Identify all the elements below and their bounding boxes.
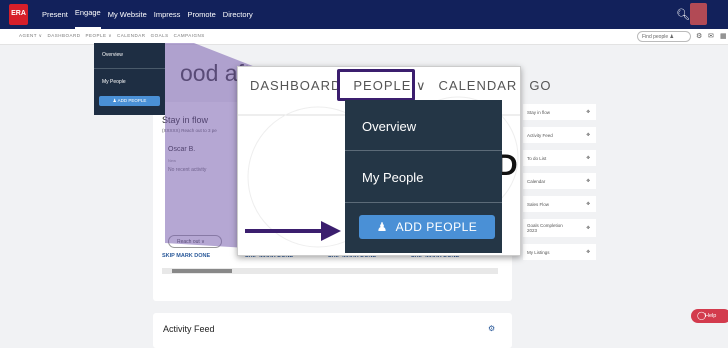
- help-label: Help: [705, 313, 717, 319]
- scrollbar-thumb[interactable]: [172, 269, 232, 273]
- small-menu-overview[interactable]: Overview: [94, 52, 165, 58]
- widget-goals-completion[interactable]: Goals Completion 2023 ✥: [523, 219, 596, 237]
- no-recent-activity: No recent activity: [168, 167, 207, 173]
- small-add-people-button[interactable]: ♟ ADD PEOPLE: [99, 96, 160, 106]
- nav-present[interactable]: Present: [42, 0, 68, 29]
- add-user-icon: ♟: [376, 220, 388, 234]
- era-logo[interactable]: ERA: [9, 4, 28, 25]
- calendar-icon[interactable]: ▦: [720, 32, 727, 40]
- drag-handle-icon[interactable]: ✥: [586, 249, 590, 255]
- nav-engage[interactable]: Engage: [74, 0, 101, 29]
- crumb-goals[interactable]: GOALS: [151, 33, 169, 39]
- pointer-arrow-icon: [245, 221, 341, 241]
- breadcrumb: AGENT ∨ DASHBOARD PEOPLE ∨ CALENDAR GOAL…: [19, 33, 210, 39]
- widget-sales-flow[interactable]: Sales Flow ✥: [523, 196, 596, 212]
- widget-label: Activity Feed: [527, 132, 553, 138]
- zoom-menu-divider: [345, 150, 502, 151]
- crumb-calendar[interactable]: CALENDAR: [117, 33, 146, 39]
- search-icon[interactable]: 🔍︎: [676, 8, 690, 21]
- crumb-campaigns[interactable]: CAMPAIGNS: [174, 33, 205, 39]
- drag-handle-icon[interactable]: ✥: [586, 225, 590, 231]
- add-people-label: ADD PEOPLE: [395, 220, 478, 234]
- drag-handle-icon[interactable]: ✥: [586, 155, 590, 161]
- zoom-dashboard[interactable]: DASHBOARD: [250, 78, 341, 94]
- mail-icon[interactable]: ✉: [708, 32, 714, 40]
- widget-calendar[interactable]: Calendar ✥: [523, 173, 596, 189]
- reach-out-button[interactable]: Reach out ∨: [168, 235, 222, 248]
- small-menu-divider: [94, 68, 165, 69]
- card-action-1[interactable]: SKIP MARK DONE: [162, 253, 245, 259]
- drag-handle-icon[interactable]: ✥: [586, 178, 590, 184]
- widget-activity-feed[interactable]: Activity Feed ✥: [523, 127, 596, 143]
- zoom-menu-overview[interactable]: Overview: [362, 119, 416, 134]
- nav-promote[interactable]: Promote: [187, 0, 215, 29]
- zoom-menu-divider-2: [345, 202, 502, 203]
- stay-in-flow-title: Stay in flow: [162, 115, 209, 125]
- contact-status: New: [168, 158, 177, 163]
- drag-handle-icon[interactable]: ✥: [586, 132, 590, 138]
- nav-impress[interactable]: Impress: [154, 0, 181, 29]
- user-avatar[interactable]: [690, 3, 707, 25]
- stay-in-flow-subtitle: (XXXXX) Reach out to 3 pe: [162, 128, 217, 133]
- widget-todo-list[interactable]: To do List ✥: [523, 150, 596, 166]
- crumb-people[interactable]: PEOPLE ∨: [85, 33, 112, 39]
- zoom-calendar[interactable]: CALENDAR: [439, 78, 518, 94]
- gear-icon[interactable]: ⚙: [696, 32, 702, 40]
- top-navigation-bar: ERA Present Engage My Website Impress Pr…: [0, 0, 728, 29]
- nav-directory[interactable]: Directory: [223, 0, 253, 29]
- small-add-people-label: ADD PEOPLE: [117, 98, 147, 103]
- widget-my-listings[interactable]: My Listings ✥: [523, 244, 596, 260]
- small-menu-my-people[interactable]: My People: [94, 79, 165, 85]
- contact-name[interactable]: Oscar B.: [168, 146, 195, 153]
- zoom-menu-my-people[interactable]: My People: [362, 170, 423, 185]
- find-people-input[interactable]: Find people ♟: [637, 31, 691, 42]
- drag-handle-icon[interactable]: ✥: [586, 201, 590, 207]
- widget-list: Stay in flow ✥ Activity Feed ✥ To do List ✥…: [523, 104, 596, 267]
- add-people-button[interactable]: ♟ ADD PEOPLE: [359, 215, 495, 239]
- chat-bubble-icon: ◯: [697, 311, 706, 320]
- widget-label: Sales Flow: [527, 201, 550, 207]
- settings-gear-icon[interactable]: ⚙: [488, 324, 495, 333]
- crumb-dashboard[interactable]: DASHBOARD: [47, 33, 80, 39]
- zoom-goals[interactable]: GO: [529, 78, 551, 94]
- activity-feed-title: Activity Feed: [163, 324, 215, 334]
- widget-stay-in-flow[interactable]: Stay in flow ✥: [523, 104, 596, 120]
- nav-my-website[interactable]: My Website: [108, 0, 147, 29]
- crumb-agent[interactable]: AGENT ∨: [19, 33, 42, 39]
- top-nav: Present Engage My Website Impress Promot…: [42, 0, 260, 29]
- people-highlight-box: [337, 69, 415, 101]
- widget-label: Goals Completion 2023: [527, 223, 563, 233]
- widget-label: Calendar: [527, 178, 546, 184]
- widget-label: To do List: [527, 155, 547, 161]
- add-user-icon: ♟: [112, 98, 117, 103]
- widget-label: My Listings: [527, 249, 550, 255]
- drag-handle-icon[interactable]: ✥: [586, 109, 590, 115]
- widget-label: Stay in flow: [527, 109, 551, 115]
